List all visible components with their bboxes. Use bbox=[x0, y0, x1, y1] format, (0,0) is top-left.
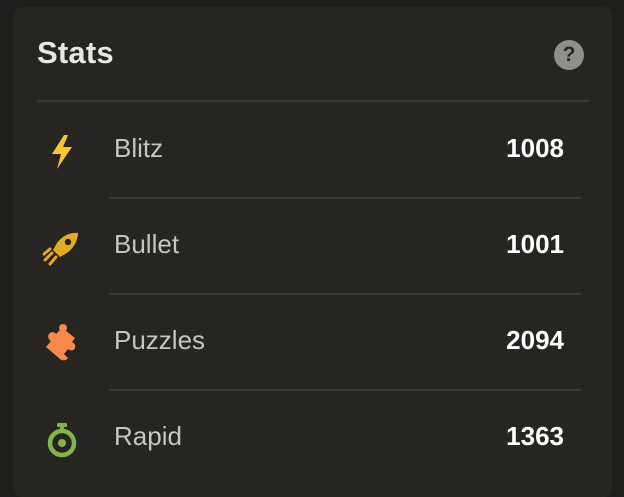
stat-label: Puzzles bbox=[114, 325, 206, 355]
stat-row-rapid[interactable]: Rapid 1363 bbox=[14, 391, 612, 487]
lightning-bolt-icon bbox=[42, 131, 82, 171]
stat-label: Rapid bbox=[114, 421, 182, 451]
help-icon[interactable]: ? bbox=[554, 40, 584, 70]
stat-row-puzzles[interactable]: Puzzles 2094 bbox=[14, 295, 612, 391]
stat-rating: 2094 bbox=[506, 325, 564, 355]
stats-panel: Stats ? Blitz 1008 Bullet 1001 Puzzles 2… bbox=[14, 7, 612, 497]
stat-rating: 1001 bbox=[506, 229, 564, 259]
stopwatch-icon bbox=[42, 419, 82, 459]
stat-row-bullet[interactable]: Bullet 1001 bbox=[14, 199, 612, 295]
stat-label: Blitz bbox=[114, 133, 164, 163]
divider bbox=[37, 100, 589, 102]
stat-rating: 1008 bbox=[506, 133, 564, 163]
stats-header: Stats ? bbox=[14, 7, 612, 102]
stat-row-blitz[interactable]: Blitz 1008 bbox=[14, 103, 612, 199]
stat-rating: 1363 bbox=[506, 421, 564, 451]
bullet-rocket-icon bbox=[42, 227, 82, 267]
puzzle-piece-icon bbox=[42, 323, 82, 363]
stat-label: Bullet bbox=[114, 229, 180, 259]
stats-title: Stats bbox=[37, 35, 114, 70]
